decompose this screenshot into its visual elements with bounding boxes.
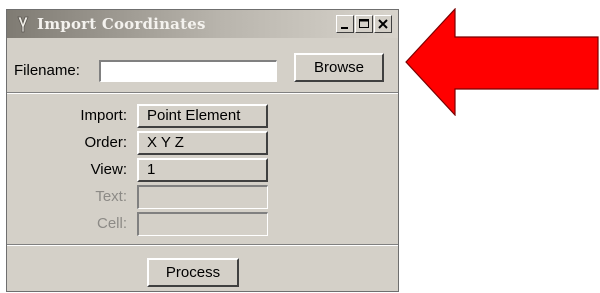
view-label: View:	[90, 161, 127, 178]
top-separator	[7, 92, 398, 94]
import-coordinates-dialog: Import Coordinates Filename: Browse Impo…	[6, 9, 399, 292]
red-arrow-left-icon	[405, 8, 599, 116]
bottom-separator	[7, 244, 398, 246]
minimize-button[interactable]	[336, 15, 354, 33]
order-option-value: X Y Z	[147, 134, 184, 151]
cell-field-disabled	[137, 212, 268, 236]
close-button[interactable]	[374, 15, 392, 33]
filename-input[interactable]	[99, 60, 277, 82]
process-button-label: Process	[165, 264, 221, 281]
order-label: Order:	[84, 134, 127, 151]
order-option-button[interactable]: X Y Z	[137, 131, 268, 155]
process-button[interactable]: Process	[147, 258, 239, 287]
window-title: Import Coordinates	[37, 15, 206, 33]
text-field-disabled	[137, 185, 268, 209]
text-label: Text:	[95, 188, 127, 205]
import-label: Import:	[80, 107, 127, 124]
view-option-value: 1	[147, 161, 156, 178]
title-bar[interactable]: Import Coordinates	[7, 10, 398, 38]
import-option-button[interactable]: Point Element	[137, 104, 268, 128]
view-option-button[interactable]: 1	[137, 158, 268, 182]
maximize-icon	[359, 19, 369, 28]
browse-button-label: Browse	[313, 59, 365, 76]
maximize-button[interactable]	[355, 15, 373, 33]
import-option-value: Point Element	[147, 107, 241, 124]
minimize-icon	[341, 27, 348, 29]
browse-button[interactable]: Browse	[294, 53, 384, 82]
close-icon	[378, 19, 388, 29]
app-icon[interactable]	[16, 15, 30, 33]
filename-label: Filename:	[14, 62, 80, 79]
cell-label: Cell:	[96, 215, 127, 232]
